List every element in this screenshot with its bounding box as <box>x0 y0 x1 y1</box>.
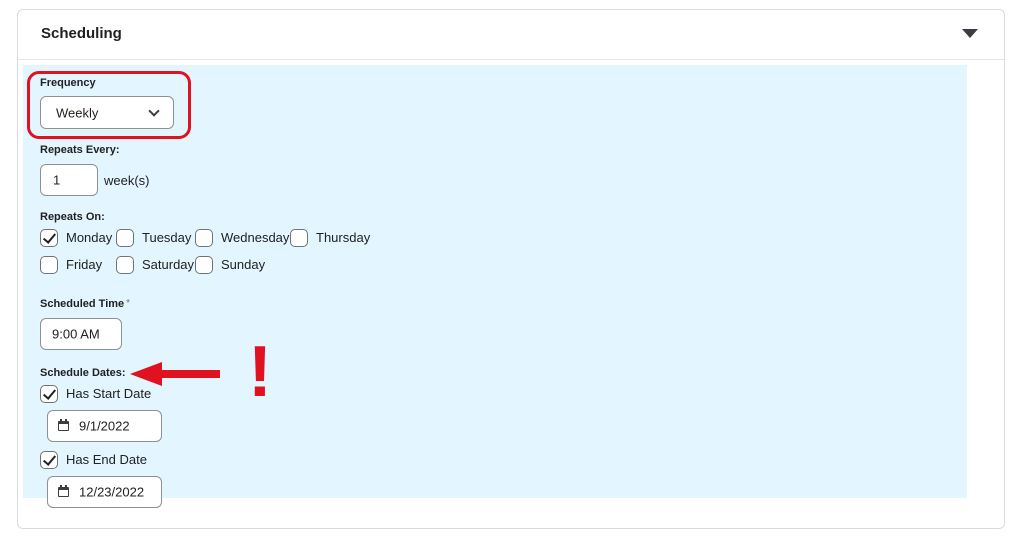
checkbox-wednesday[interactable] <box>195 229 213 247</box>
scheduled-time-label: Scheduled Time * <box>40 298 130 310</box>
repeats-every-unit: week(s) <box>104 173 150 188</box>
calendar-icon <box>58 419 69 431</box>
repeats-on-label: Repeats On: <box>40 211 105 223</box>
end-date-value: 12/23/2022 <box>79 484 145 500</box>
checkbox-tuesday[interactable] <box>116 229 134 247</box>
day-label-saturday: Saturday <box>142 257 195 272</box>
scheduled-time-input[interactable]: 9:00 AM <box>40 318 122 350</box>
day-label-wednesday: Wednesday <box>221 230 290 245</box>
checkbox-has-end-date[interactable] <box>40 451 58 469</box>
scheduled-time-label-text: Scheduled Time <box>40 298 125 310</box>
repeats-every-input[interactable]: 1 <box>40 164 98 196</box>
annotation-arrow-shaft <box>160 370 220 378</box>
has-end-date-label: Has End Date <box>66 452 147 467</box>
calendar-icon <box>58 485 69 497</box>
day-label-thursday: Thursday <box>316 230 371 245</box>
panel-header[interactable]: Scheduling <box>18 10 1004 60</box>
start-date-input[interactable]: 9/1/2022 <box>47 410 162 442</box>
required-mark: * <box>126 298 131 309</box>
caret-down-icon[interactable] <box>962 29 978 38</box>
has-start-date-label: Has Start Date <box>66 386 152 401</box>
checkbox-thursday[interactable] <box>290 229 308 247</box>
repeats-every-value: 1 <box>53 172 61 188</box>
annotation-highlight-box <box>27 71 191 139</box>
day-label-friday: Friday <box>66 257 103 272</box>
annotation-exclamation: ! <box>248 332 272 412</box>
annotation-arrow-head <box>130 362 162 386</box>
checkbox-has-start-date[interactable] <box>40 385 58 403</box>
repeats-every-label: Repeats Every: <box>40 144 120 156</box>
scheduled-time-value: 9:00 AM <box>52 326 100 342</box>
checkbox-saturday[interactable] <box>116 256 134 274</box>
checkbox-monday[interactable] <box>40 229 58 247</box>
panel-title: Scheduling <box>41 25 122 42</box>
day-label-tuesday: Tuesday <box>142 230 192 245</box>
checkbox-friday[interactable] <box>40 256 58 274</box>
start-date-value: 9/1/2022 <box>79 418 130 434</box>
day-label-monday: Monday <box>66 230 113 245</box>
day-label-sunday: Sunday <box>221 257 266 272</box>
end-date-input[interactable]: 12/23/2022 <box>47 476 162 508</box>
schedule-dates-label: Schedule Dates: <box>40 367 126 379</box>
checkbox-sunday[interactable] <box>195 256 213 274</box>
